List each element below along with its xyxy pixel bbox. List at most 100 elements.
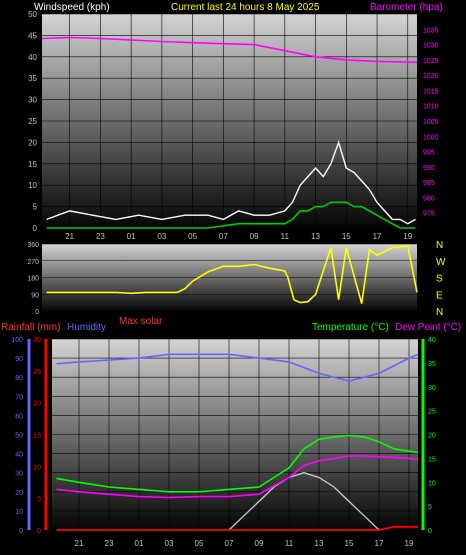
temperature-time-label: 05 xyxy=(195,539,204,548)
direction-tick-label: 180 xyxy=(27,276,39,283)
humidity-tick-label: 60 xyxy=(15,413,23,420)
wind-tick-label: 0 xyxy=(33,224,38,233)
wind-tick-label: 45 xyxy=(28,31,37,40)
temperature-time-ticks: 21 23 01 03 05 07 09 11 13 15 17 19 xyxy=(75,539,414,548)
weather-graph: Windspeed (kph) Current last 24 hours 8 … xyxy=(0,0,466,555)
wind-time-ticks: 21 23 01 03 05 07 09 11 13 15 17 19 xyxy=(65,232,413,241)
temperature-time-label: 19 xyxy=(405,539,414,548)
temperature-time-label: 15 xyxy=(345,539,354,548)
barometer-tick-label: 1035 xyxy=(423,27,439,34)
compass-label: N xyxy=(436,307,443,318)
barometer-tick-label: 1030 xyxy=(423,43,439,50)
wind-time-label: 01 xyxy=(127,232,136,241)
barometer-axis-title: Barometer (hpa) xyxy=(370,2,443,13)
barometer-tick-label: 1015 xyxy=(423,88,439,95)
wind-tick-label: 25 xyxy=(28,117,37,126)
chart-title: Current last 24 hours 8 May 2025 xyxy=(171,2,320,13)
humidity-tick-label: 0 xyxy=(19,528,23,535)
compass-label: W xyxy=(436,257,446,268)
humidity-tick-label: 70 xyxy=(15,394,23,401)
humidity-tick-label: 100 xyxy=(11,337,23,344)
wind-time-label: 17 xyxy=(373,232,382,241)
temperature-time-label: 13 xyxy=(315,539,324,548)
humidity-tick-label: 10 xyxy=(15,509,23,516)
temperature-time-label: 03 xyxy=(165,539,174,548)
temperature-tick-label: 0 xyxy=(428,528,432,535)
direction-tick-label: 0 xyxy=(35,309,39,316)
wind-tick-label: 50 xyxy=(28,10,37,19)
temperature-tick-label: 15 xyxy=(428,456,436,463)
humidity-tick-label: 20 xyxy=(15,490,23,497)
humidity-tick-label: 40 xyxy=(15,452,23,459)
wind-time-label: 15 xyxy=(342,232,351,241)
temperature-tick-label: 40 xyxy=(428,337,436,344)
temperature-tick-label: 20 xyxy=(428,433,436,440)
wind-speed-ticks: 0 5 10 15 20 25 30 35 40 45 50 xyxy=(28,10,37,233)
rainfall-tick-label: 5 xyxy=(37,496,41,503)
barometer-tick-label: 1010 xyxy=(423,104,439,111)
temperature-tick-label: 35 xyxy=(428,361,436,368)
temperature-time-label: 09 xyxy=(255,539,264,548)
barometer-tick-label: 1025 xyxy=(423,58,439,65)
barometer-tick-label: 985 xyxy=(423,180,435,187)
temperature-time-label: 01 xyxy=(135,539,144,548)
wind-time-label: 05 xyxy=(188,232,197,241)
weather-chart-canvas: Windspeed (kph) Current last 24 hours 8 … xyxy=(1,2,461,548)
rainfall-tick-label: 0 xyxy=(37,528,41,535)
compass-label: N xyxy=(436,240,443,251)
humidity-tick-label: 80 xyxy=(15,375,23,382)
rainfall-tick-label: 15 xyxy=(33,433,41,440)
temperature-time-label: 07 xyxy=(225,539,234,548)
rainfall-tick-label: 25 xyxy=(33,369,41,376)
wind-tick-label: 15 xyxy=(28,160,37,169)
barometer-ticks: 975 980 985 990 995 1000 1005 1010 1015 1020 1025 1… xyxy=(423,27,439,217)
barometer-tick-label: 990 xyxy=(423,165,435,172)
wind-time-label: 13 xyxy=(311,232,320,241)
temperature-tick-label: 30 xyxy=(428,385,436,392)
humidity-tick-label: 90 xyxy=(15,356,23,363)
rainfall-tick-label: 10 xyxy=(33,464,41,471)
wind-time-label: 07 xyxy=(219,232,228,241)
wind-time-label: 09 xyxy=(250,232,259,241)
barometer-tick-label: 995 xyxy=(423,150,435,157)
wind-tick-label: 30 xyxy=(28,96,37,105)
rainfall-tick-label: 20 xyxy=(33,401,41,408)
wind-axis-title: Windspeed (kph) xyxy=(34,2,110,13)
wind-time-label: 19 xyxy=(403,232,412,241)
humidity-tick-label: 30 xyxy=(15,471,23,478)
compass-labels: NWSEN xyxy=(436,240,446,318)
wind-tick-label: 10 xyxy=(28,181,37,190)
temperature-time-label: 17 xyxy=(375,539,384,548)
wind-tick-label: 40 xyxy=(28,53,37,62)
temperature-tick-label: 5 xyxy=(428,504,432,511)
direction-tick-label: 90 xyxy=(31,292,39,299)
barometer-tick-label: 1020 xyxy=(423,73,439,80)
temperature-tick-label: 25 xyxy=(428,409,436,416)
temperature-time-label: 11 xyxy=(285,539,294,548)
humidity-legend: Humidity xyxy=(67,322,106,333)
direction-tick-label: 270 xyxy=(27,259,39,266)
direction-ticks: 0 90 180 270 360 xyxy=(27,242,39,316)
rainfall-tick-label: 30 xyxy=(33,337,41,344)
dewpoint-legend: Dew Point (°C) xyxy=(395,322,461,333)
wind-time-label: 03 xyxy=(157,232,166,241)
barometer-tick-label: 980 xyxy=(423,195,435,202)
compass-label: S xyxy=(436,274,443,285)
barometer-tick-label: 975 xyxy=(423,211,435,218)
rainfall-legend: Rainfall (mm) xyxy=(1,322,60,333)
temperature-time-label: 23 xyxy=(105,539,114,548)
wind-time-label: 21 xyxy=(65,232,74,241)
wind-tick-label: 5 xyxy=(33,203,38,212)
wind-time-label: 11 xyxy=(281,232,290,241)
humidity-tick-label: 50 xyxy=(15,433,23,440)
compass-label: E xyxy=(436,290,443,301)
max-solar-legend: Max solar xyxy=(119,316,163,327)
wind-tick-label: 35 xyxy=(28,74,37,83)
direction-tick-label: 360 xyxy=(27,242,39,249)
temperature-tick-label: 10 xyxy=(428,480,436,487)
temperature-time-label: 21 xyxy=(75,539,84,548)
barometer-tick-label: 1000 xyxy=(423,134,439,141)
barometer-tick-label: 1005 xyxy=(423,119,439,126)
temperature-legend: Temperature (°C) xyxy=(312,322,389,333)
wind-time-label: 23 xyxy=(96,232,105,241)
